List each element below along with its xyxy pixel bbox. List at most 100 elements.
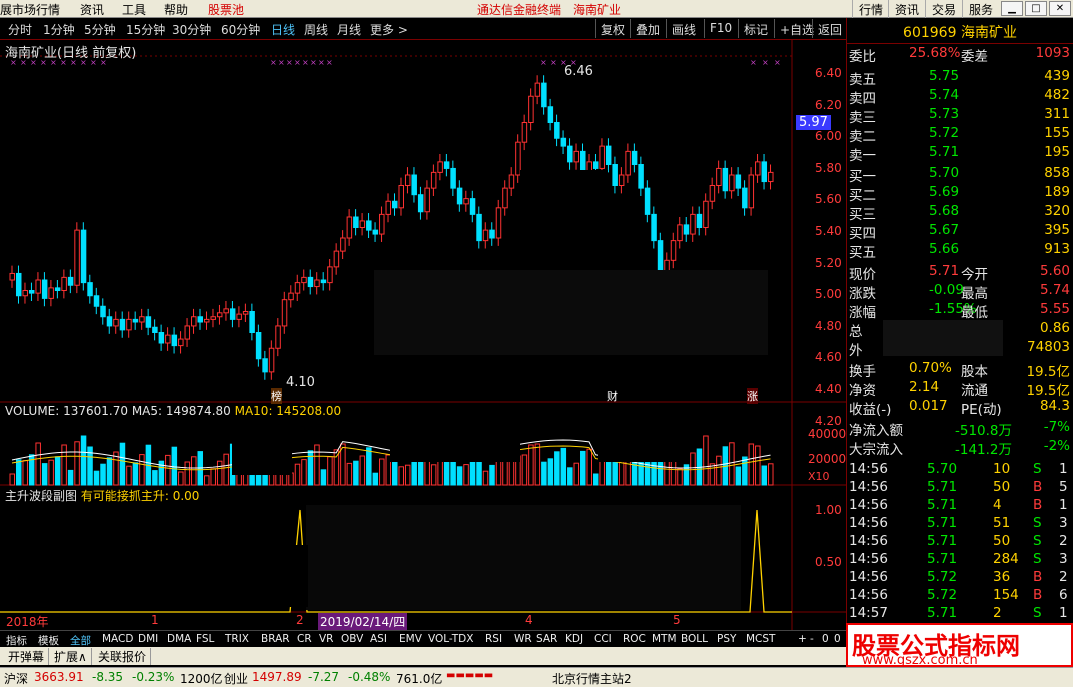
candle-body bbox=[145, 316, 152, 328]
tick-row: 14:56 5.71 284 S 3 bbox=[847, 551, 1073, 570]
menu-help[interactable]: 帮助 bbox=[164, 1, 188, 18]
stat-value: 0.017 bbox=[909, 398, 948, 414]
menu-news[interactable]: 资讯 bbox=[80, 1, 104, 18]
volume-bar bbox=[61, 444, 67, 486]
tab-vol-tdx[interactable]: VOL-TDX bbox=[428, 633, 473, 645]
tab-roc[interactable]: ROC bbox=[623, 633, 646, 645]
volume-bar bbox=[567, 467, 573, 486]
tab-mtm[interactable]: MTM bbox=[652, 633, 677, 645]
draw-button[interactable]: 画线 bbox=[666, 19, 701, 38]
maximize-icon[interactable]: □ bbox=[1025, 1, 1047, 16]
period-5min[interactable]: 5分钟 bbox=[84, 21, 116, 38]
buy-price: 5.68 bbox=[929, 203, 960, 219]
stat-value2: 0.86 bbox=[1039, 320, 1070, 336]
period-60min[interactable]: 60分钟 bbox=[221, 21, 260, 38]
tab-macd[interactable]: MACD bbox=[102, 633, 133, 645]
stat-value2: 5.55 bbox=[1039, 301, 1070, 317]
tab-rsi[interactable]: RSI bbox=[485, 633, 502, 645]
sell-level: 卖三 5.73 311 bbox=[847, 106, 1073, 126]
period-monthly[interactable]: 月线 bbox=[337, 21, 361, 38]
tab-mcst[interactable]: MCST bbox=[746, 633, 775, 645]
tick-row: 14:56 5.71 4 B 1 bbox=[847, 497, 1073, 516]
candle-body bbox=[638, 164, 644, 189]
tab-emv[interactable]: EMV bbox=[399, 633, 422, 645]
related-quotes-button[interactable]: 关联报价 bbox=[94, 648, 152, 665]
f10-button[interactable]: F10 bbox=[704, 19, 737, 38]
tab-boll[interactable]: BOLL bbox=[681, 633, 708, 645]
menu-tools[interactable]: 工具 bbox=[122, 1, 146, 18]
tab-cr[interactable]: CR bbox=[297, 633, 312, 645]
tab-trix[interactable]: TRIX bbox=[225, 633, 249, 645]
minimize-icon[interactable]: ▁ bbox=[1001, 1, 1023, 16]
period-weekly[interactable]: 周线 bbox=[304, 21, 328, 38]
sell-qty: 311 bbox=[1044, 106, 1070, 122]
marker-zhang[interactable]: 涨 bbox=[747, 388, 758, 404]
tab-asi[interactable]: ASI bbox=[370, 633, 387, 645]
tab-control[interactable]: - bbox=[810, 633, 814, 645]
tick-price: 5.70 bbox=[927, 461, 958, 477]
tab-psy[interactable]: PSY bbox=[717, 633, 736, 645]
period-15min[interactable]: 15分钟 bbox=[126, 21, 165, 38]
tab-control[interactable]: 0 bbox=[822, 633, 829, 645]
indicator-header: 主升波段副图 有可能接抓主升: 0.00 bbox=[5, 487, 199, 504]
menu-market[interactable]: 展市场行情 bbox=[0, 1, 60, 18]
candle-body bbox=[372, 229, 379, 235]
tab-fsl[interactable]: FSL bbox=[196, 633, 214, 645]
candle-body bbox=[236, 313, 242, 320]
tab-模板[interactable]: 模板 bbox=[38, 633, 59, 648]
candle-body bbox=[729, 174, 735, 192]
tab-brar[interactable]: BRAR bbox=[261, 633, 290, 645]
nav-quotes[interactable]: 行情 bbox=[852, 0, 889, 18]
tab-vr[interactable]: VR bbox=[319, 633, 333, 645]
price-tick: 4.80 bbox=[815, 318, 842, 333]
redaction-block bbox=[228, 545, 308, 607]
date-month-2: 2 bbox=[296, 613, 304, 627]
tick-qty: 284 bbox=[993, 551, 1019, 567]
tab-指标[interactable]: 指标 bbox=[6, 633, 27, 648]
candle-body bbox=[301, 276, 307, 284]
sell-price: 5.75 bbox=[929, 68, 960, 84]
candle-body bbox=[119, 318, 126, 331]
menu-stock-pool[interactable]: 股票池 bbox=[208, 1, 244, 18]
buy-qty: 913 bbox=[1044, 241, 1070, 257]
expand-button[interactable]: 扩展∧ bbox=[50, 648, 92, 665]
period-daily[interactable]: 日线 bbox=[271, 21, 295, 38]
danmu-button[interactable]: 开弹幕 bbox=[4, 648, 50, 665]
volume-bar bbox=[586, 448, 592, 486]
volume-bar bbox=[216, 460, 223, 486]
marker-bang[interactable]: 榜 bbox=[271, 388, 282, 404]
period-more[interactable]: 更多 > bbox=[370, 21, 408, 38]
marker-cai[interactable]: 财 bbox=[607, 388, 618, 404]
back-button[interactable]: 返回 bbox=[812, 19, 847, 38]
buy-qty: 320 bbox=[1044, 203, 1070, 219]
tab-dma[interactable]: DMA bbox=[167, 633, 191, 645]
tab-sar[interactable]: SAR bbox=[536, 633, 557, 645]
mark-x: × bbox=[762, 58, 769, 67]
tab-dmi[interactable]: DMI bbox=[138, 633, 158, 645]
tab-control[interactable]: 0 bbox=[834, 633, 841, 645]
tab-全部[interactable]: 全部 bbox=[70, 633, 91, 648]
period-fenshi[interactable]: 分时 bbox=[8, 21, 32, 38]
ad-banner[interactable]: 股票公式指标网 www.gszx.com.cn bbox=[846, 623, 1073, 668]
tab-kdj[interactable]: KDJ bbox=[565, 633, 583, 645]
volume-bar bbox=[178, 471, 184, 486]
period-1min[interactable]: 1分钟 bbox=[43, 21, 75, 38]
flow-value: -510.8万 bbox=[955, 423, 1013, 439]
volume-bar bbox=[534, 443, 541, 486]
tab-cci[interactable]: CCI bbox=[594, 633, 612, 645]
nav-service[interactable]: 服务 bbox=[962, 0, 999, 18]
overlay-button[interactable]: 叠加 bbox=[630, 19, 665, 38]
period-30min[interactable]: 30分钟 bbox=[172, 21, 211, 38]
candle-body bbox=[411, 174, 417, 196]
close-icon[interactable]: ✕ bbox=[1049, 1, 1071, 16]
tab-obv[interactable]: OBV bbox=[341, 633, 363, 645]
buy-price: 5.67 bbox=[929, 222, 960, 238]
candle-body bbox=[28, 290, 35, 294]
candle-body bbox=[9, 272, 15, 281]
tab-control[interactable]: + bbox=[798, 633, 807, 645]
nav-trade[interactable]: 交易 bbox=[925, 0, 962, 18]
fuquan-button[interactable]: 复权 bbox=[595, 19, 630, 38]
mark-button[interactable]: 标记 bbox=[738, 19, 773, 38]
tab-wr[interactable]: WR bbox=[514, 633, 532, 645]
nav-news[interactable]: 资讯 bbox=[888, 0, 925, 18]
